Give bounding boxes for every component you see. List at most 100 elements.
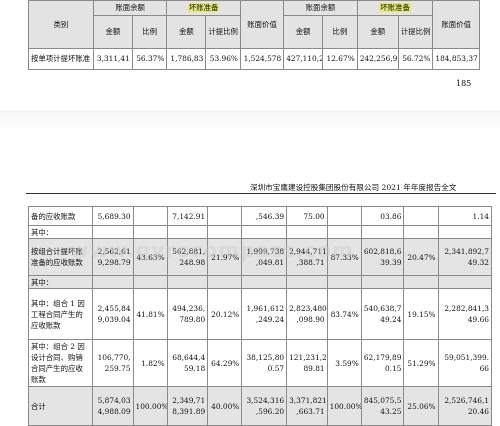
table-cell	[437, 225, 493, 239]
table-cell: 59,051,399. 66	[437, 339, 493, 387]
table-cell	[207, 275, 243, 289]
table-cell: 106,770, 259.75	[92, 339, 134, 387]
page-header-title: 深圳市宝鹰建设控股集团股份有限公司 2021 年年度报告全文	[250, 183, 457, 192]
table-cell: 25.06%	[403, 386, 439, 426]
table-cell: 427,110,2	[283, 48, 324, 70]
table-cell	[207, 225, 243, 239]
receivable-row-portfolio: 按组合计提坏账准备的应收账款 2,562,61 9,298.79 43.63% 562…	[28, 238, 493, 276]
table-cell: 184,853,37	[432, 48, 480, 70]
header-accrual-ratio: 计提比例	[397, 15, 434, 49]
bad-debt-highlight-2: 坏账准备	[379, 3, 411, 12]
header-amount: 金额	[92, 15, 133, 49]
header-ratio: 比例	[322, 15, 358, 49]
table-cell: 1,961,612 ,249.24	[241, 288, 288, 340]
receivable-row-single: 备的应收账款 5,689.30 7,142.91 ,546.39 75.00 03.86 1…	[28, 206, 493, 226]
header-bad-debt: 坏账准备	[166, 0, 241, 16]
row-label: 备的应收账款	[28, 206, 93, 226]
table-cell: 845,075,5 43.25	[360, 386, 405, 426]
header-amount: 金额	[283, 15, 324, 49]
table-cell	[241, 225, 288, 239]
table-cell: 2,455,84 9,039.04	[92, 288, 134, 340]
table-cell	[132, 275, 168, 289]
header-book-balance: 账面余额	[92, 0, 168, 16]
table-cell: 100.00%	[132, 386, 168, 426]
table-cell: 100.00%	[326, 386, 362, 426]
receivable-row-total: 合计 5,874,03 4,988.09 100.00% 2,349,71 8,391…	[28, 386, 493, 426]
table-cell: 3.59%	[326, 339, 362, 387]
table-cell: 38,125,80 0.57	[241, 339, 288, 387]
previous-page-fragment: 类别 账面余额 坏账准备 账面价值 账面余额 坏账准备 账面价值 金额 比例 金…	[0, 0, 500, 110]
table-cell: 7,142.91	[166, 206, 209, 226]
table-cell: 51.29%	[403, 339, 439, 387]
table-cell: 1,524,578	[239, 48, 285, 70]
table-cell: 83.74%	[326, 288, 362, 340]
header-book-value: 账面价值	[239, 0, 285, 49]
table-cell: 121,231,2 89.81	[286, 339, 328, 387]
table-cell: 40.00%	[207, 386, 243, 426]
table-cell: 3,524,316 ,596.20	[241, 386, 288, 426]
bad-debt-highlight: 坏账准备	[187, 3, 220, 12]
header-amount: 金额	[166, 15, 207, 49]
table-cell	[166, 225, 209, 239]
table-cell: 2,282,841,3 49.66	[437, 288, 493, 340]
row-label: 按单项计提坏账准	[28, 48, 94, 70]
table-cell: 21.97%	[207, 238, 243, 276]
table-cell: 1.82%	[132, 339, 168, 387]
table-cell: 2,341,892,7 49.32	[437, 238, 493, 276]
table-cell: 5,689.30	[92, 206, 134, 226]
table-cell: 602,818,6 39.39	[360, 238, 405, 276]
page-number: 185	[456, 79, 472, 88]
table-cell	[241, 275, 288, 289]
table-cell: 3,311,41	[92, 48, 133, 70]
table-cell	[326, 225, 362, 239]
table-cell: 56.72%	[397, 48, 434, 70]
table-cell: 43.63%	[132, 238, 168, 276]
table-cell: 53.96%	[205, 48, 241, 70]
receivable-row-subheading-2: 其中：	[28, 275, 493, 289]
table-cell: 87.33%	[326, 238, 362, 276]
table-cell	[326, 206, 362, 226]
table-cell: 540,638,7 49.24	[360, 288, 405, 340]
table-cell: 2,526,746,1 20.46	[437, 386, 493, 426]
table-cell: 03.86	[360, 206, 405, 226]
table-cell: ,546.39	[241, 206, 288, 226]
table-cell	[207, 206, 243, 226]
table-cell	[132, 225, 168, 239]
table-cell: 2,562,61 9,298.79	[92, 238, 134, 276]
header-rule	[26, 193, 496, 194]
table-cell: 2,349,71 8,391.89	[166, 386, 209, 426]
table-cell: 41.81%	[132, 288, 168, 340]
row-label: 其中：	[28, 275, 93, 289]
row-label: 其中：	[28, 225, 93, 239]
header-accrual-ratio: 计提比例	[205, 15, 241, 49]
table-cell	[132, 206, 168, 226]
table-cell: 1,786,83	[166, 48, 207, 70]
row-label: 按组合计提坏账准备的应收账款	[28, 238, 93, 276]
table-cell: 494,236, 789.80	[166, 288, 209, 340]
table-cell: 68,644,4 59.18	[166, 339, 209, 387]
table-cell: 2,823,480 ,098.90	[286, 288, 328, 340]
table-cell: 75.00	[286, 206, 328, 226]
table-cell: 562,881, 248.98	[166, 238, 209, 276]
page-gap	[0, 110, 500, 170]
table-cell	[286, 275, 328, 289]
header-amount: 金额	[356, 15, 399, 49]
table-cell	[326, 275, 362, 289]
receivable-row-combo1: 其中：组合 1 因工程合同产生的应收账款 2,455,84 9,039.04 41.…	[28, 288, 493, 340]
table-cell: 12.67%	[322, 48, 358, 70]
receivable-row-combo2: 其中：组合 2 因设计合同、购销合同产生的应收账款 106,770, 259.75…	[28, 339, 493, 387]
table-cell: 2,944,711 ,388.71	[286, 238, 328, 276]
header-category: 类别	[28, 0, 94, 49]
table-cell: 5,874,03 4,988.09	[92, 386, 134, 426]
table-cell: 19.15%	[403, 288, 439, 340]
table-cell	[360, 275, 405, 289]
table-cell	[403, 206, 439, 226]
header-book-value-2: 账面价值	[432, 0, 480, 49]
table-cell: 56.37%	[131, 48, 168, 70]
table-cell: 20.47%	[403, 238, 439, 276]
table-cell: 242,256,9	[356, 48, 399, 70]
row-label: 其中：组合 2 因设计合同、购销合同产生的应收账款	[28, 339, 93, 387]
table-cell	[403, 275, 439, 289]
top-table: 类别 账面余额 坏账准备 账面价值 账面余额 坏账准备 账面价值 金额 比例 金…	[28, 0, 480, 70]
receivable-row-subheading: 其中：	[28, 225, 493, 239]
